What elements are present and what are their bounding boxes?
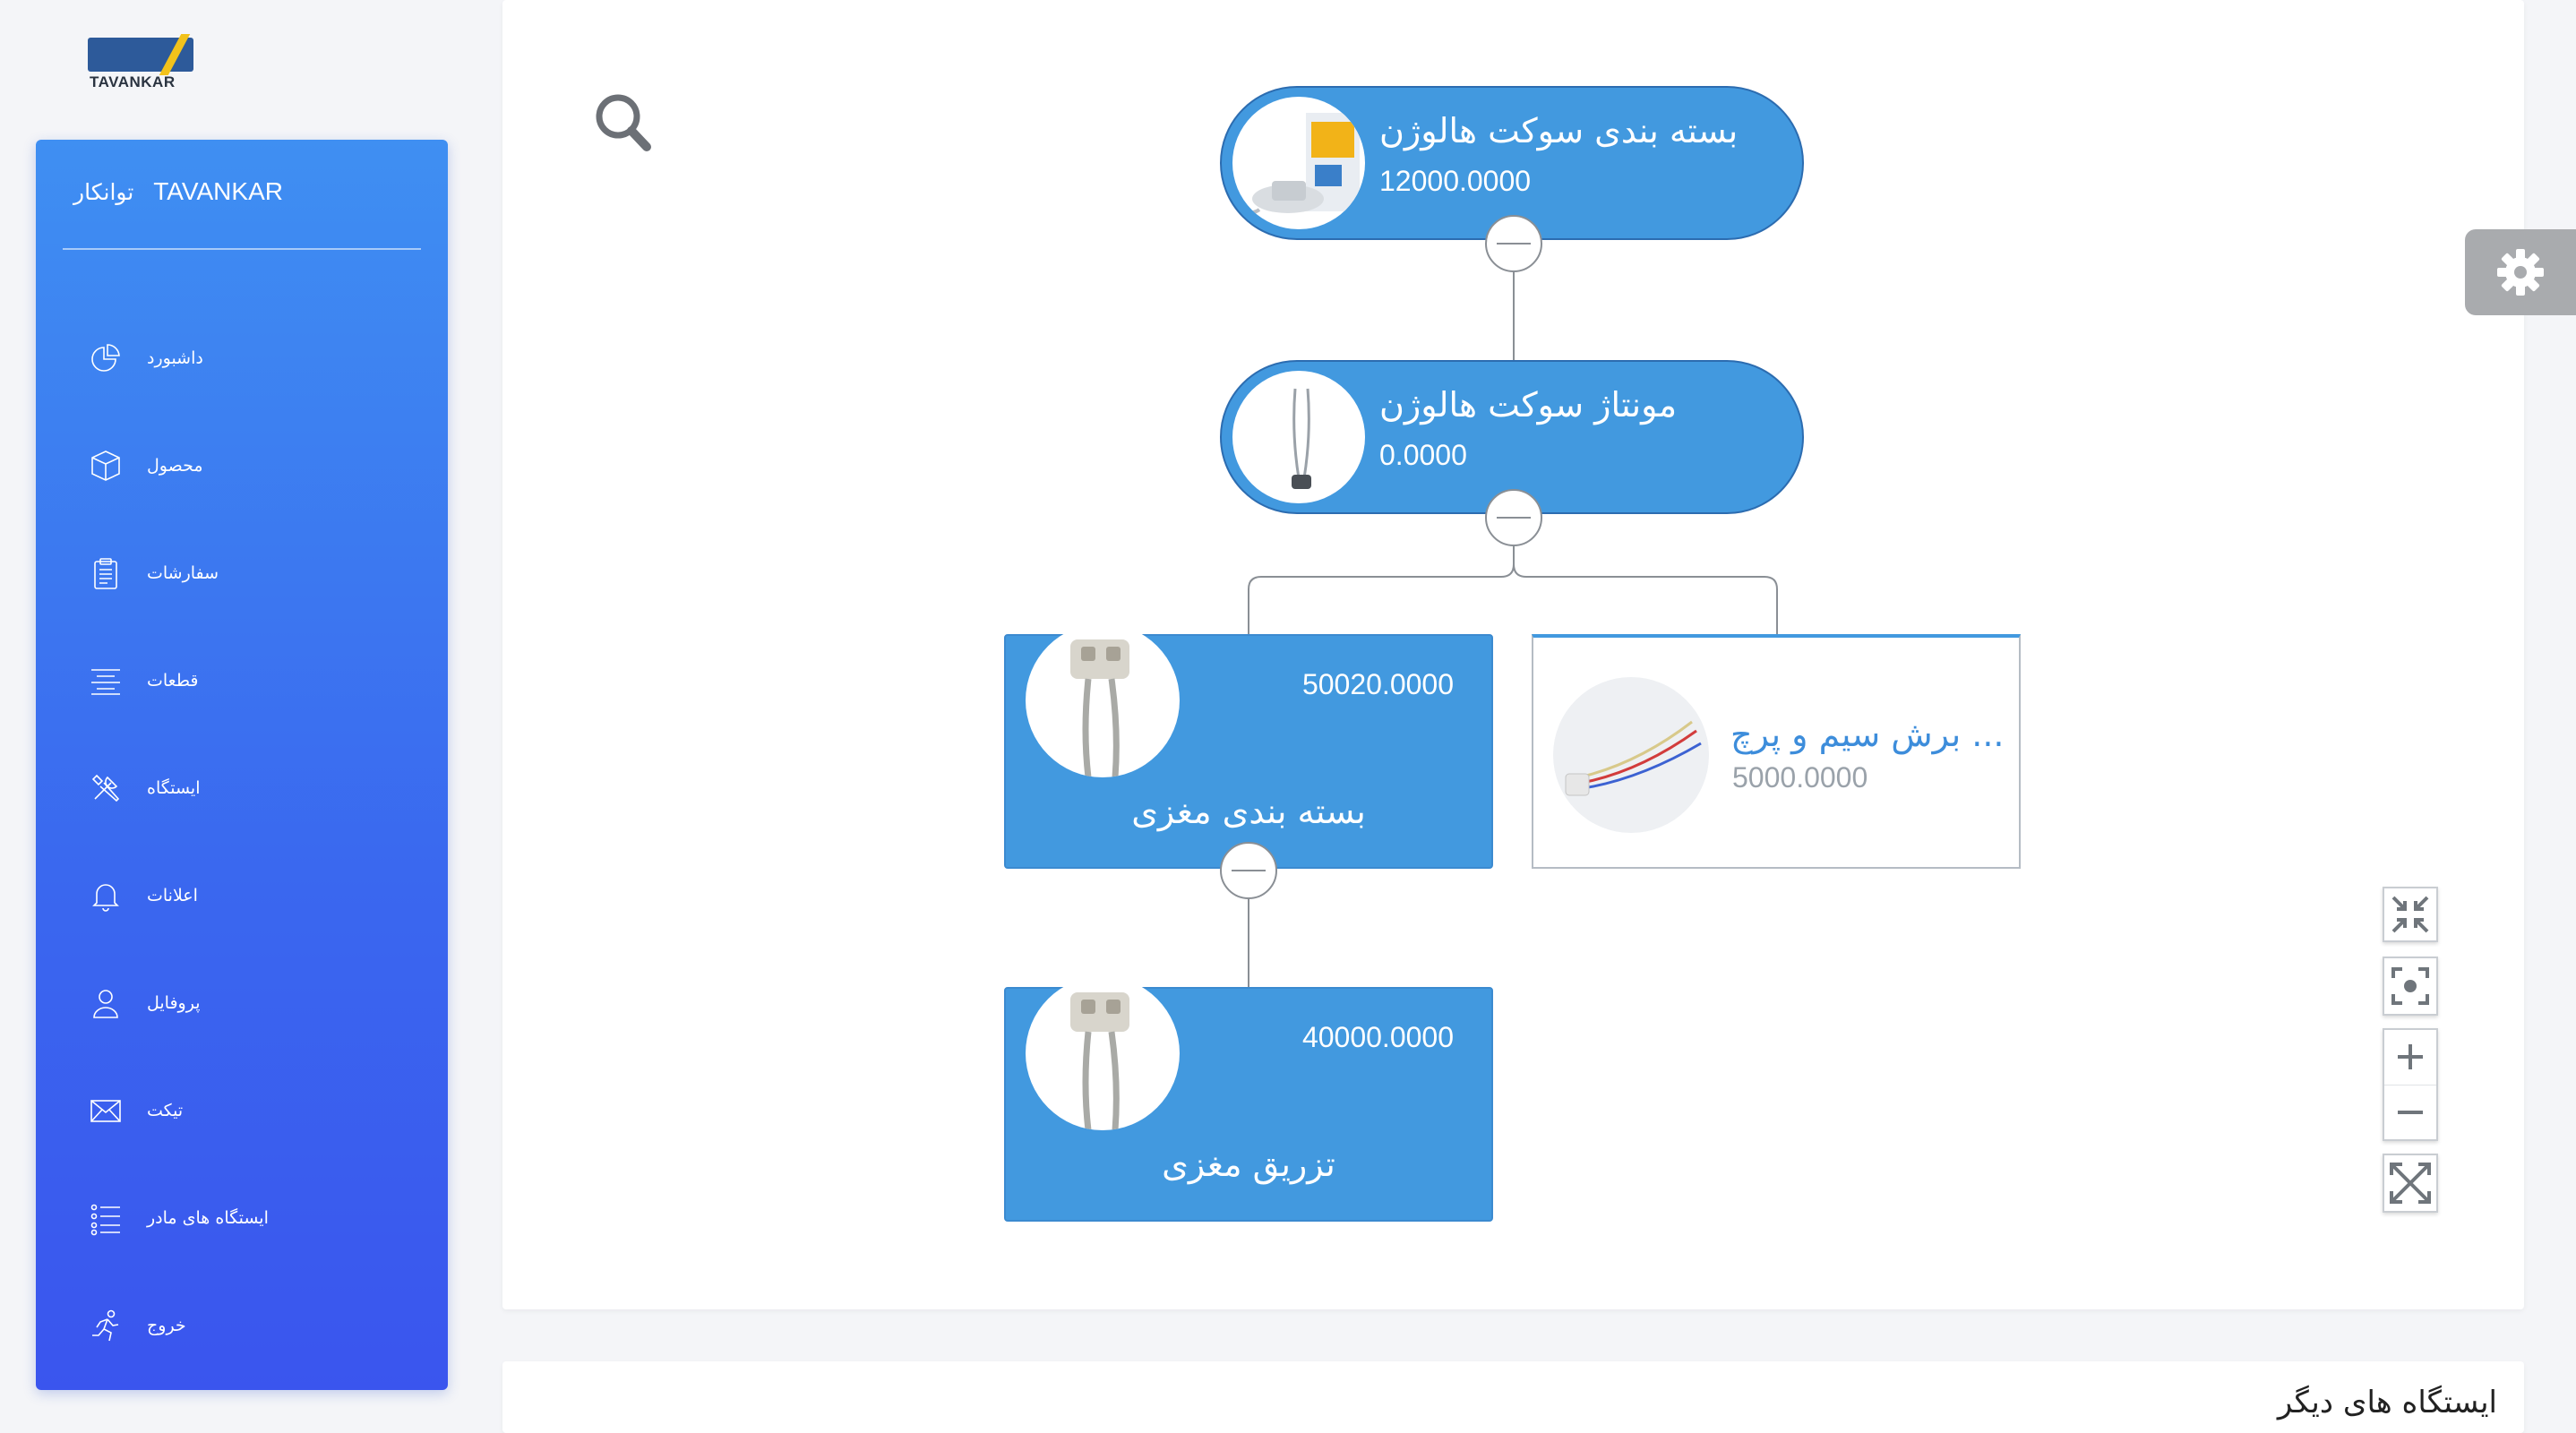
focus-target-icon <box>2391 967 2429 1005</box>
tree-node-core-injection[interactable]: 40000.0000 تزریق مغزی <box>1004 976 1493 1222</box>
zoom-control-group <box>2383 1028 2438 1141</box>
node-title: تزریق مغزی <box>1162 1145 1335 1184</box>
product-photo <box>1232 97 1365 229</box>
collapse-toggle-root[interactable] <box>1485 215 1542 272</box>
node-value: 40000.0000 <box>1301 1021 1454 1053</box>
node-title: مونتاژ سوکت هالوژن <box>1379 385 1678 425</box>
node-title: ... برش سیم و پرچ <box>1730 715 2005 754</box>
node-value: 50020.0000 <box>1301 668 1454 700</box>
node-value: 0.0000 <box>1379 439 1467 471</box>
node-title: بسته بندی مغزی <box>1131 792 1366 831</box>
node-value: 12000.0000 <box>1379 165 1532 197</box>
expand-arrows-icon <box>2390 1163 2431 1204</box>
tree-node-core-packing[interactable]: 50020.0000 بسته بندی مغزی <box>1004 623 1493 869</box>
center-view-button[interactable] <box>2383 957 2438 1016</box>
node-value: 5000.0000 <box>1732 761 1868 794</box>
fullscreen-button[interactable] <box>2383 1154 2438 1213</box>
product-photo <box>1553 677 1709 833</box>
product-photo <box>1232 371 1365 503</box>
product-photo <box>1026 623 1180 777</box>
collapse-toggle-core-packing[interactable] <box>1220 842 1277 899</box>
zoom-out-button[interactable] <box>2384 1085 2436 1140</box>
zoom-in-button[interactable] <box>2384 1030 2436 1085</box>
compress-arrows-icon <box>2391 896 2429 933</box>
minus-icon <box>2398 1110 2423 1114</box>
product-photo <box>1026 976 1180 1130</box>
tree-node-wire-cutting[interactable]: ... برش سیم و پرچ 5000.0000 <box>1532 634 2021 869</box>
fit-view-button[interactable] <box>2383 887 2438 942</box>
plus-icon <box>2398 1044 2423 1070</box>
section-title: ایستگاه های دیگر <box>2277 1385 2497 1420</box>
other-stations-panel: ایستگاه های دیگر <box>502 1361 2524 1433</box>
node-title: بسته بندی سوکت هالوژن <box>1379 111 1739 150</box>
collapse-toggle-assembly[interactable] <box>1485 489 1542 546</box>
